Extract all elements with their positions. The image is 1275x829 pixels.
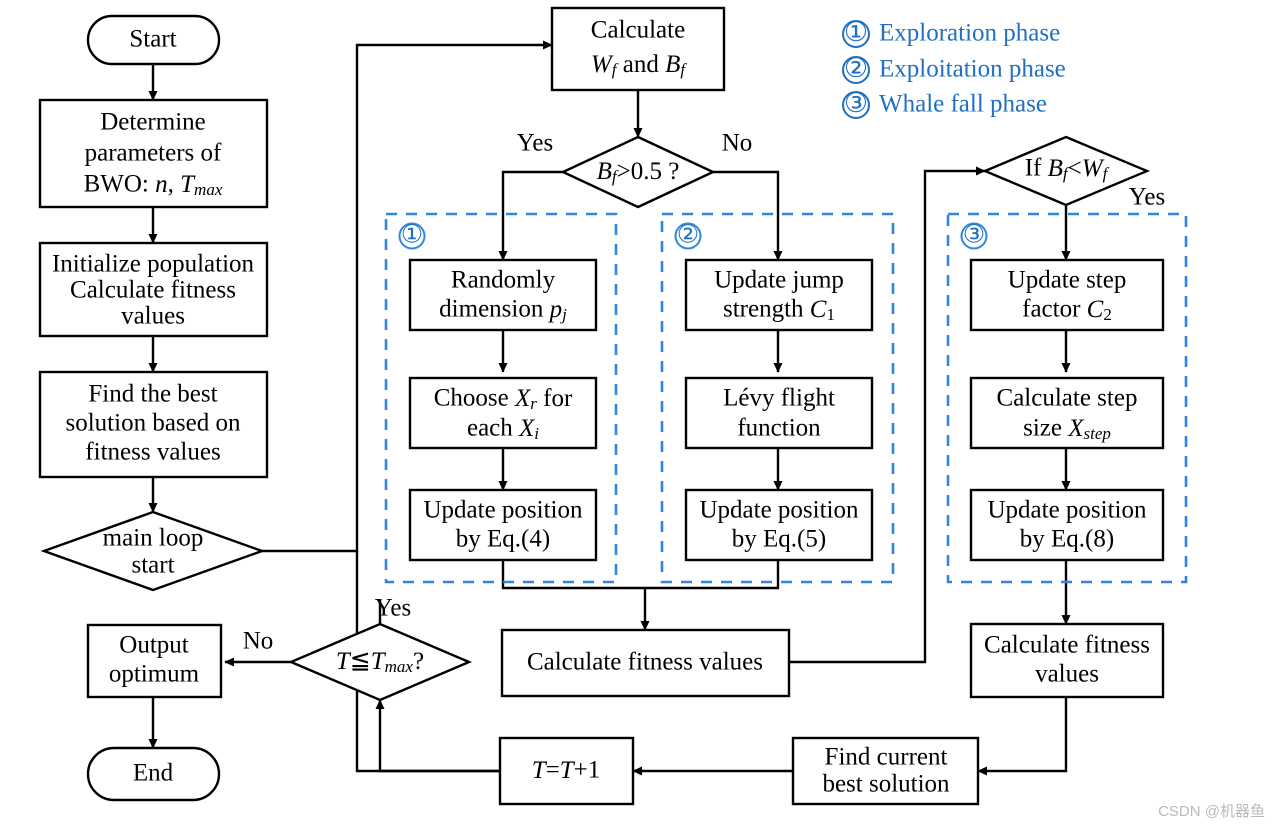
node-p2-update-jump-strength[interactable]: Update jump strength C1 [684,258,874,332]
watermark: CSDN @机器鱼 [1158,802,1265,820]
node-end[interactable]: End [86,746,221,802]
determine-line-2: parameters of [85,140,222,167]
init-line-3: values [121,303,185,330]
findcurrent-line-2: best solution [822,771,950,798]
findbest-line-3: fitness values [85,439,220,466]
legend-item-whale-fall: ③ Whale fall phase [842,88,1047,119]
edge-bf-no-phase2 [713,170,783,261]
legend-marker-2: ② [844,53,868,83]
p1b3-line-2: by Eq.(4) [456,526,550,553]
ifbfwf-label: If Bf<Wf [1025,155,1110,183]
legend-label-2: Exploitation phase [879,56,1066,83]
p2b1-line-1: Update jump [714,267,844,294]
node-bf-decision[interactable]: Bf>0.5 ? [560,135,716,209]
p1b3-line-1: Update position [423,497,583,524]
node-find-best-solution[interactable]: Find the best solution based on fitness … [38,370,269,479]
output-line-2: optimum [109,661,200,688]
flowchart-canvas: ① ② ③ Start Determine parameters of BWO:… [38,6,1265,820]
init-line-1: Initialize population [52,251,255,278]
node-p1-choose-xr[interactable]: Choose Xr for each Xi [408,376,598,450]
output-line-1: Output [119,632,189,659]
edge-label-yes-ifbf: Yes [1129,184,1165,211]
p1b1-line-2: dimension pj [439,296,567,324]
edge-bf-yes-phase1 [498,170,563,261]
phase-2-number: ② [677,222,699,249]
p3b2-line-1: Calculate step [997,385,1138,412]
node-calculate-fitness-mid[interactable]: Calculate fitness values [500,628,791,698]
p3b3-line-2: by Eq.(8) [1020,526,1114,553]
edge-calcfitright-findcurrent [977,697,1068,776]
node-p3-update-position[interactable]: Update position by Eq.(8) [969,488,1165,562]
p3b1-line-2: factor C2 [1022,296,1112,324]
legend-item-exploration: ① Exploration phase [842,17,1060,48]
calcfitmid-label: Calculate fitness values [527,649,763,676]
findbest-line-2: solution based on [66,410,241,437]
node-calculate-wf-bf[interactable]: Calculate Wf and Bf [550,6,726,92]
node-start[interactable]: Start [86,14,221,66]
start-label: Start [129,26,176,53]
tincr-label: T=T+1 [532,757,601,784]
edge-p1out-merge [501,560,645,590]
node-p1-randomly-dimension[interactable]: Randomly dimension pj [408,258,598,332]
calcfitright-line-1: Calculate fitness [984,632,1150,659]
edge-label-no-tmax: No [243,628,274,655]
p3b1-line-1: Update step [1008,267,1127,294]
edge-p2out-merge [645,560,780,590]
p1b1-line-1: Randomly [451,267,556,294]
legend-label-3: Whale fall phase [879,91,1047,118]
node-p2-update-position[interactable]: Update position by Eq.(5) [684,488,874,562]
legend-marker-1: ① [844,17,868,47]
p3b3-line-1: Update position [987,497,1147,524]
legend-item-exploitation: ② Exploitation phase [842,53,1066,84]
node-p3-update-step-factor[interactable]: Update step factor C2 [969,258,1165,332]
edge-label-yes-bf: Yes [517,130,553,157]
p1b2-line-2: each Xi [467,415,539,443]
phase-3-marker: ③ [960,222,988,250]
mainloop-line-1: main loop [103,525,204,552]
p2b3-line-1: Update position [699,497,859,524]
calcwb-line-2: Wf and Bf [591,51,687,79]
node-main-loop-start[interactable]: main loop start [40,510,266,592]
edge-label-yes-tmax: Yes [375,595,411,622]
node-p1-update-position[interactable]: Update position by Eq.(4) [408,488,598,562]
node-output-optimum[interactable]: Output optimum [86,623,223,699]
p2b2-line-2: function [737,415,821,442]
node-find-current-best-solution[interactable]: Find current best solution [791,736,980,806]
node-calculate-fitness-right[interactable]: Calculate fitness values [969,622,1165,699]
node-determine-parameters[interactable]: Determine parameters of BWO: n, Tmax [38,98,269,209]
edge-label-no-bf: No [722,130,753,157]
calcwb-line-1: Calculate [591,17,685,44]
phase-1-number: ① [401,222,423,249]
calcfitright-line-2: values [1035,661,1099,688]
legend: ① Exploration phase ② Exploitation phase… [842,17,1066,119]
phase-1-marker: ① [398,222,426,250]
phase-3-number: ③ [963,222,985,249]
node-tmax-decision[interactable]: T≦Tmax? [287,622,473,702]
determine-line-1: Determine [100,109,206,136]
mainloop-line-2: start [131,552,174,579]
legend-marker-3: ③ [844,88,868,118]
node-ifbf-wf-decision[interactable]: If Bf<Wf [981,135,1151,207]
node-p3-calculate-step-size[interactable]: Calculate step size Xstep [969,376,1165,450]
end-label: End [133,760,174,787]
p2b2-line-1: Lévy flight [723,385,835,412]
phase-2-marker: ② [674,222,702,250]
p1b2-line-1: Choose Xr for [434,385,573,413]
node-initialize-population[interactable]: Initialize population Calculate fitness … [38,241,269,338]
findbest-line-1: Find the best [88,381,217,408]
init-line-2: Calculate fitness [70,277,236,304]
findcurrent-line-1: Find current [825,744,948,771]
node-increment-t[interactable]: T=T+1 [498,736,635,806]
p2b1-line-2: strength C1 [723,296,835,324]
p2b3-line-2: by Eq.(5) [732,526,826,553]
node-p2-levy-flight[interactable]: Lévy flight function [684,376,874,450]
bfdecision-label: Bf>0.5 ? [597,158,680,186]
legend-label-1: Exploration phase [879,20,1060,47]
